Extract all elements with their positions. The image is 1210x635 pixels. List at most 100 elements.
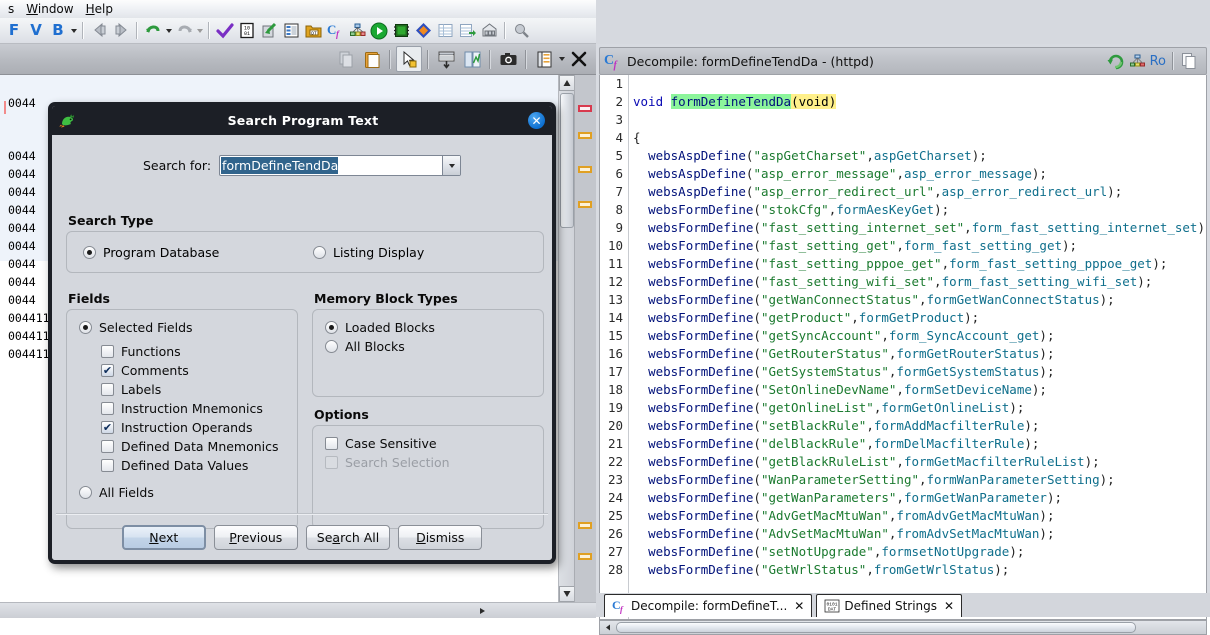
code-line[interactable]: websFormDefine("getOnlineList",formGetOn… [629,399,1206,417]
table-icon[interactable] [435,21,455,41]
code-line[interactable]: websAspDefine("aspGetCharset",aspGetChar… [629,147,1206,165]
run-play-icon[interactable] [369,21,389,41]
code-line[interactable]: websFormDefine("getBlackRuleList",formGe… [629,453,1206,471]
code-line[interactable]: websFormDefine("fast_setting_pppoe_get",… [629,255,1206,273]
letter-F-icon[interactable]: F [4,21,24,41]
scrollbar-thumb[interactable] [560,93,574,228]
dialog-title-bar[interactable]: Search Program Text ✕ [52,106,552,135]
tab-defined-strings[interactable]: 0101 DAT Defined Strings ✕ [816,594,963,617]
undo-dropdown-arrow-icon[interactable] [164,21,173,41]
code-line[interactable] [629,75,1206,93]
code-line[interactable]: websFormDefine("getSyncAccount",form_Syn… [629,327,1206,345]
search-program-text-dialog[interactable]: Search Program Text ✕ Search for: formDe… [48,102,556,564]
code-line[interactable]: websFormDefine("stokCfg",formAesKeyGet); [629,201,1206,219]
cursor-select-icon[interactable] [396,46,422,72]
highlight-marker[interactable] [578,166,592,173]
radio-selected-fields[interactable]: Selected Fields [79,320,285,335]
letter-V-icon[interactable]: V [26,21,46,41]
code-line[interactable]: websFormDefine("WanParameterSetting",for… [629,471,1206,489]
code-line[interactable]: websFormDefine("getProduct",formGetProdu… [629,309,1206,327]
code-line[interactable]: websFormDefine("SetOnlineDevName",formSe… [629,381,1206,399]
scrollbar-thumb[interactable] [616,622,1136,633]
forward-navigation-icon[interactable] [111,21,131,41]
checkbox-case-sensitive[interactable]: Case Sensitive [325,436,531,451]
checkbox-field-2[interactable]: Labels [101,382,285,397]
snapshot-window-icon[interactable] [434,47,458,71]
checkbox-field-6[interactable]: Defined Data Values [101,458,285,473]
export-arrow-icon[interactable] [259,21,279,41]
listing-horizontal-scrollbar[interactable] [0,602,596,618]
camera-snapshot-icon[interactable] [496,47,520,71]
code-line[interactable]: websFormDefine("delBlackRule",formDelMac… [629,435,1206,453]
close-icon[interactable]: ✕ [944,599,954,613]
menu-item-help[interactable]: Help [80,1,119,17]
decompiler-cf-icon[interactable]: C f [325,21,345,41]
decompiler-toolbar-text[interactable]: Ro [1150,54,1166,69]
radio-all-fields[interactable]: All Fields [79,485,285,500]
code-line[interactable] [629,111,1206,129]
scroll-up-button[interactable] [559,75,575,91]
bookmark-marker[interactable] [578,105,592,112]
code-line[interactable]: { [629,129,1206,147]
refresh-icon[interactable] [1107,53,1124,70]
code-line[interactable]: void formDefineTendDa(void) [629,93,1206,111]
close-x-icon[interactable] [567,47,591,71]
copy-icon[interactable] [1180,52,1198,70]
listing-vertical-scrollbar[interactable] [558,75,575,602]
table-export-icon[interactable] [457,21,477,41]
hscroll-left-button[interactable] [601,622,615,633]
chevron-down-icon[interactable] [442,156,461,175]
code-line[interactable]: websFormDefine("fast_setting_get",form_f… [629,237,1206,255]
paste-icon[interactable] [360,47,384,71]
field-layout-icon[interactable] [532,47,556,71]
checkbox-field-0[interactable]: Functions [101,344,285,359]
radio-loaded-blocks[interactable]: Loaded Blocks [325,320,531,335]
code-line[interactable]: websFormDefine("setNotUpgrade",formsetNo… [629,543,1206,561]
code-line[interactable]: websFormDefine("GetRouterStatus",formGet… [629,345,1206,363]
field-layout-dropdown-icon[interactable] [557,49,566,69]
toolbar-dropdown-arrow-icon[interactable] [69,21,78,41]
next-button[interactable]: Next [121,525,206,550]
highlight-marker[interactable] [578,522,592,529]
search-input-combo[interactable]: formDefineTendDa [219,155,462,176]
undo-icon[interactable] [143,21,163,41]
decompiler-title-bar[interactable]: C f Decompile: formDefineTendDa - (httpd… [599,47,1207,75]
decompiler-horizontal-scrollbar[interactable] [599,620,1207,635]
search-input[interactable]: formDefineTendDa [220,156,442,175]
tab-decompile[interactable]: C f Decompile: formDefineT... ✕ [604,594,813,617]
close-icon[interactable]: ✕ [794,599,804,613]
back-navigation-icon[interactable] [89,21,109,41]
menu-item-window[interactable]: Window [20,1,79,17]
previous-button[interactable]: Previous [213,525,298,550]
checkbox-field-1[interactable]: ✔ Comments [101,363,285,378]
letter-B-icon[interactable]: B [48,21,68,41]
code-line[interactable]: websAspDefine("asp_error_redirect_url",a… [629,183,1206,201]
code-line[interactable]: websFormDefine("getWanConnectStatus",for… [629,291,1206,309]
memory-map-icon[interactable] [281,21,301,41]
search-all-button[interactable]: Se a rch All [305,525,391,550]
code-line[interactable]: websFormDefine("setBlackRule",formAddMac… [629,417,1206,435]
highlight-marker[interactable] [578,201,592,208]
binary-bytes-icon[interactable]: 10 01 [237,21,257,41]
redo-dropdown-arrow-icon[interactable] [195,21,204,41]
copy-icon[interactable] [334,47,358,71]
code-line[interactable]: websFormDefine("AdvGetMacMtuWan",fromAdv… [629,507,1206,525]
decompiler-code-lines[interactable]: void formDefineTendDa(void) { websAspDefi… [629,75,1206,619]
highlight-marker[interactable] [578,553,592,560]
checkmark-analyze-icon[interactable] [215,21,235,41]
diff-view-icon[interactable] [460,47,484,71]
search-memory-icon[interactable] [511,21,531,41]
listing-marker-margin[interactable] [574,75,597,602]
data-type-manager-icon[interactable]: DT [303,21,323,41]
function-graph-icon[interactable] [347,21,367,41]
radio-listing-display[interactable]: Listing Display [313,245,424,260]
redo-icon[interactable] [174,21,194,41]
processor-chip-icon[interactable] [391,21,411,41]
orange-diamond-icon[interactable] [413,21,433,41]
scroll-down-button[interactable] [559,586,575,602]
function-graph-icon[interactable] [1129,54,1146,69]
code-line[interactable]: websAspDefine("asp_error_message",asp_er… [629,165,1206,183]
decompiler-code-area[interactable]: 1 2 3 4 5 6 7 8 9 10 11 12 13 14 15 16 17 18 19 20 21 22 23 24 2… [599,75,1207,620]
checkbox-field-4[interactable]: ✔ Instruction Operands [101,420,285,435]
checkbox-field-5[interactable]: Defined Data Mnemonics [101,439,285,454]
